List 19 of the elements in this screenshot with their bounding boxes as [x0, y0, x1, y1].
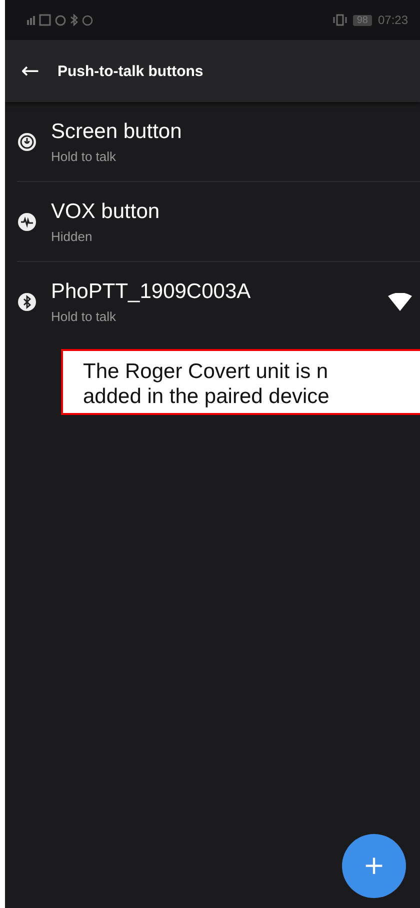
button-mode: Hidden: [51, 228, 94, 244]
button-mode: Hold to talk: [51, 148, 118, 164]
bluetooth-icon: [17, 292, 37, 312]
screen-title: Push-to-talk buttons: [57, 62, 204, 80]
button-mode: Hold to talk: [51, 308, 118, 324]
ptt-button-item[interactable]: VOX button Hidden: [17, 182, 420, 262]
vibrate-icon: [332, 14, 347, 26]
back-button[interactable]: ←: [21, 58, 40, 84]
button-name: PhoPTT_1909C003A: [51, 280, 252, 304]
callout-text: added in the paired device: [83, 384, 330, 409]
button-name: VOX button: [51, 200, 161, 224]
clock: 07:23: [378, 13, 408, 27]
signal-icon: [27, 15, 35, 25]
ptt-button-item[interactable]: PhoPTT_1909C003A Hold to talk: [17, 262, 420, 341]
button-name: Screen button: [51, 120, 183, 144]
ptt-button-item[interactable]: Screen button Hold to talk: [17, 102, 420, 182]
callout-text: The Roger Covert unit is n: [83, 359, 330, 384]
bluetooth-icon: [70, 14, 78, 26]
waveform-icon: [17, 212, 37, 232]
